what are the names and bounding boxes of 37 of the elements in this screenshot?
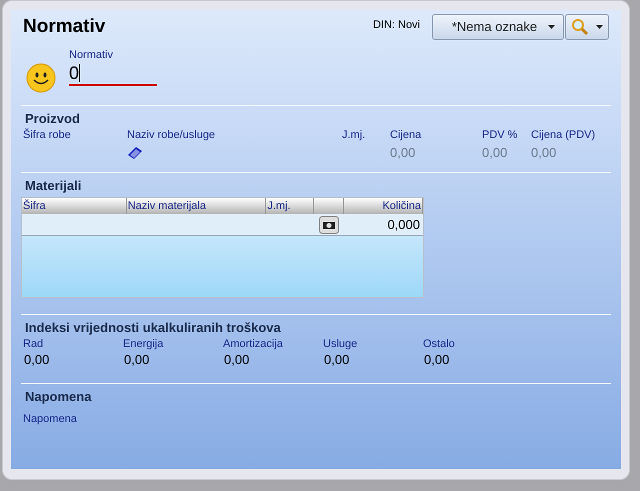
- value-text: 0,00: [531, 144, 556, 162]
- column-label: Naziv robe/usluge: [127, 128, 216, 142]
- camera-icon[interactable]: [319, 216, 340, 234]
- value-text: 0,00: [482, 144, 508, 162]
- caret-icon: [548, 25, 555, 29]
- caret-icon: [596, 25, 603, 29]
- index-value: 0,00: [424, 351, 450, 369]
- column-label: Šifra robe: [23, 128, 71, 142]
- index-value: 0,00: [224, 351, 250, 369]
- column-label: PDV %: [482, 128, 518, 142]
- section-title: Proizvod: [25, 110, 81, 128]
- index-value: 0,00: [24, 351, 50, 369]
- column-label: J.mj.: [342, 128, 366, 142]
- column-label: Cijena (PDV): [531, 128, 596, 142]
- book-icon[interactable]: [127, 146, 143, 160]
- field-label: Normativ: [69, 48, 114, 62]
- search-dropdown-button[interactable]: [565, 14, 609, 40]
- section-title: Napomena: [25, 388, 92, 406]
- index-label: Usluge: [323, 337, 358, 351]
- document-status: DIN: Novi: [372, 18, 420, 33]
- index-value: 0,00: [324, 351, 350, 369]
- index-label: Rad: [23, 337, 44, 351]
- index-value: 0,00: [124, 351, 150, 369]
- section-title: Indeksi vrijednosti ukalkuliranih troškova: [25, 319, 282, 337]
- note-label: Napomena: [23, 413, 77, 425]
- index-label: Energija: [123, 337, 164, 351]
- section-title: Materijali: [25, 177, 82, 195]
- index-label: Ostalo: [423, 337, 455, 351]
- index-label: Amortizacija: [223, 337, 283, 351]
- form-title: Normativ: [23, 15, 106, 39]
- column-label: Cijena: [390, 128, 422, 142]
- quantity-cell-text: 0,000: [386, 216, 421, 234]
- search-icon: [571, 18, 589, 36]
- value-text: 0,00: [390, 144, 416, 162]
- normativ-field[interactable]: 0: [69, 62, 157, 86]
- tag-dropdown[interactable]: *Nema oznake: [432, 14, 564, 40]
- smiley-icon: [26, 63, 56, 93]
